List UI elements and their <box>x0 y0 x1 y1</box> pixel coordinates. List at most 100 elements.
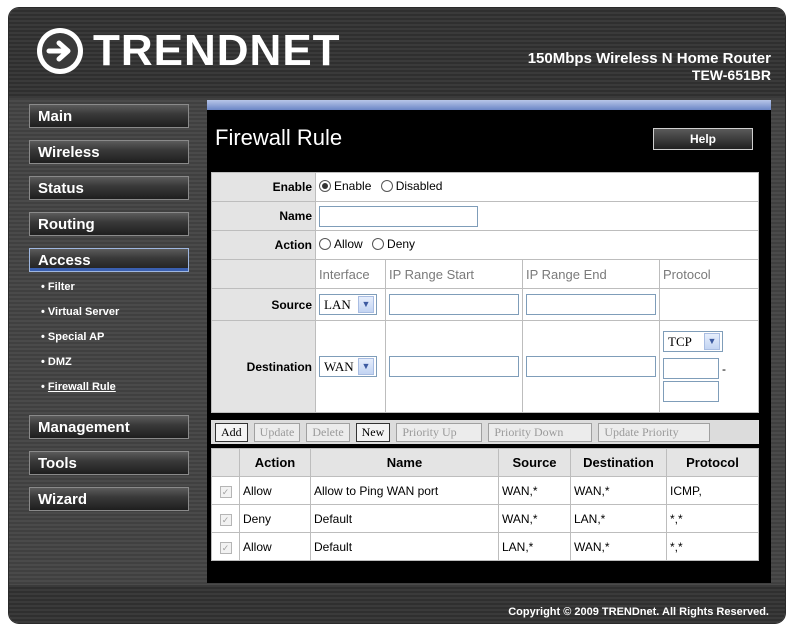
column-header-spacer <box>211 259 316 289</box>
row-protocol: *,* <box>666 504 759 533</box>
row-destination: LAN,* <box>570 504 667 533</box>
content-panel: Firewall Rule Help Enable Enable Disable… <box>207 100 771 583</box>
enable-label: Enable <box>211 172 316 202</box>
source-ip-start-cell <box>385 288 523 321</box>
row-action: Allow <box>239 532 311 561</box>
disabled-radio[interactable]: Disabled <box>380 179 442 193</box>
deny-radio[interactable]: Deny <box>372 237 415 251</box>
priority-up-button[interactable]: Priority Up <box>396 422 483 442</box>
nav-status[interactable]: Status <box>29 176 189 200</box>
rule-action-buttons: Add Update Delete New Priority Up Priori… <box>211 420 759 444</box>
row-action: Allow <box>239 476 311 505</box>
name-cell <box>315 201 759 231</box>
dest-ip-end-input[interactable] <box>526 356 656 377</box>
nav-main[interactable]: Main <box>29 104 189 128</box>
col-protocol: Protocol <box>666 448 759 477</box>
nav-routing[interactable]: Routing <box>29 212 189 236</box>
priority-down-button[interactable]: Priority Down <box>488 422 593 442</box>
row-name: Allow to Ping WAN port <box>310 476 499 505</box>
allow-radio[interactable]: Allow <box>319 237 363 251</box>
subnav-firewall-rule[interactable]: • Firewall Rule <box>41 378 191 403</box>
footer: Copyright © 2009 TRENDnet. All Rights Re… <box>9 585 785 623</box>
subnav-special-ap[interactable]: • Special AP <box>41 328 191 353</box>
update-button[interactable]: Update <box>253 422 301 442</box>
product-model: TEW-651BR <box>691 67 771 83</box>
row-action: Deny <box>239 504 311 533</box>
row-protocol: ICMP, <box>666 476 759 505</box>
col-destination: Destination <box>570 448 667 477</box>
source-ip-start-input[interactable] <box>389 294 519 315</box>
nav-access[interactable]: Access <box>29 248 189 272</box>
delete-button[interactable]: Delete <box>306 422 350 442</box>
sidebar-nav: Main Wireless Status Routing Access • Fi… <box>29 104 191 523</box>
update-priority-button[interactable]: Update Priority <box>598 422 711 442</box>
nav-management[interactable]: Management <box>29 415 189 439</box>
add-button[interactable]: Add <box>215 422 248 442</box>
enable-radio[interactable]: Enable <box>319 179 371 193</box>
chevron-down-icon: ▼ <box>358 358 374 375</box>
dest-port-start-input[interactable] <box>663 358 719 379</box>
row-select-cell: ✓ <box>211 476 240 505</box>
nav-wireless[interactable]: Wireless <box>29 140 189 164</box>
row-select-cell: ✓ <box>211 504 240 533</box>
new-button[interactable]: New <box>355 422 391 442</box>
rules-header-row: Action Name Source Destination Protocol <box>211 448 759 477</box>
row-destination: WAN,* <box>570 532 667 561</box>
col-ip-range-end: IP Range End <box>522 259 660 289</box>
action-label: Action <box>211 230 316 260</box>
header: TRENDNET 150Mbps Wireless N Home Router … <box>9 8 785 98</box>
col-interface: Interface <box>315 259 386 289</box>
dest-protocol-select[interactable]: TCP ▼ <box>663 331 723 352</box>
product-name: 150Mbps Wireless N Home Router <box>527 50 771 67</box>
dest-ip-end-cell <box>522 320 660 413</box>
router-frame: TRENDNET 150Mbps Wireless N Home Router … <box>9 8 785 623</box>
enable-options: Enable Disabled <box>315 172 759 202</box>
col-source: Source <box>498 448 571 477</box>
col-select <box>211 448 240 477</box>
table-row[interactable]: ✓ Allow Allow to Ping WAN port WAN,* WAN… <box>211 476 759 505</box>
col-action: Action <box>239 448 311 477</box>
col-name: Name <box>310 448 499 477</box>
destination-label: Destination <box>211 320 316 413</box>
source-interface-select[interactable]: LAN ▼ <box>319 294 377 315</box>
source-protocol-cell <box>659 288 759 321</box>
row-source: LAN,* <box>498 532 571 561</box>
access-submenu: • Filter • Virtual Server • Special AP •… <box>29 278 191 403</box>
checkbox[interactable]: ✓ <box>219 541 232 554</box>
nav-tools[interactable]: Tools <box>29 451 189 475</box>
source-interface-cell: LAN ▼ <box>315 288 386 321</box>
chevron-down-icon: ▼ <box>704 333 720 350</box>
source-ip-end-cell <box>522 288 660 321</box>
rules-table: Action Name Source Destination Protocol … <box>211 448 759 561</box>
source-label: Source <box>211 288 316 321</box>
dest-ip-start-input[interactable] <box>389 356 519 377</box>
row-select-cell: ✓ <box>211 532 240 561</box>
port-range-dash: - <box>722 361 726 376</box>
help-button[interactable]: Help <box>653 128 753 150</box>
name-input[interactable] <box>319 205 478 227</box>
dest-interface-select[interactable]: WAN ▼ <box>319 356 377 377</box>
chevron-down-icon: ▼ <box>358 296 374 313</box>
table-row[interactable]: ✓ Deny Default WAN,* LAN,* *,* <box>211 504 759 533</box>
radio-selected-icon <box>319 180 331 192</box>
source-ip-end-input[interactable] <box>526 294 656 315</box>
subnav-filter[interactable]: • Filter <box>41 278 191 303</box>
col-ip-range-start: IP Range Start <box>385 259 523 289</box>
trendnet-logo-icon <box>37 28 83 74</box>
dest-interface-cell: WAN ▼ <box>315 320 386 413</box>
row-name: Default <box>310 504 499 533</box>
subnav-virtual-server[interactable]: • Virtual Server <box>41 303 191 328</box>
action-options: Allow Deny <box>315 230 759 260</box>
checkbox[interactable]: ✓ <box>219 513 232 526</box>
row-protocol: *,* <box>666 532 759 561</box>
row-source: WAN,* <box>498 504 571 533</box>
row-source: WAN,* <box>498 476 571 505</box>
checkbox[interactable]: ✓ <box>219 485 232 498</box>
radio-empty-icon <box>319 238 331 250</box>
content-topbar <box>207 100 771 110</box>
dest-ip-start-cell <box>385 320 523 413</box>
subnav-dmz[interactable]: • DMZ <box>41 353 191 378</box>
dest-port-end-input[interactable] <box>663 381 719 402</box>
table-row[interactable]: ✓ Allow Default LAN,* WAN,* *,* <box>211 532 759 561</box>
nav-wizard[interactable]: Wizard <box>29 487 189 511</box>
